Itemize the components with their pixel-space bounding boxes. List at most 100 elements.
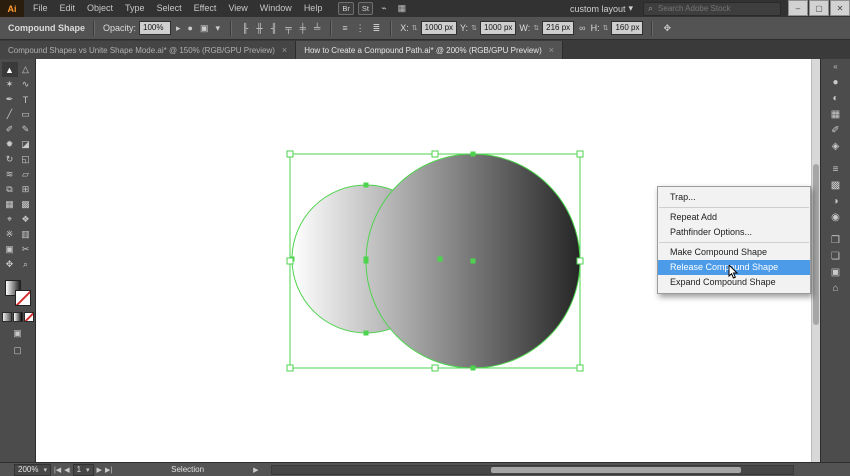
align-center-icon[interactable]: ╫ xyxy=(254,23,264,33)
artboards-panel-icon[interactable]: ▣ xyxy=(825,264,846,280)
rotate-tool[interactable]: ↻ xyxy=(2,152,18,167)
first-artboard-icon[interactable]: |◀ xyxy=(54,466,61,474)
screen-mode-icon[interactable]: ▢ xyxy=(13,345,22,356)
opacity-input[interactable]: 100% xyxy=(139,21,172,35)
w-field-input[interactable]: 216 px xyxy=(542,21,575,35)
shape-builder-tool[interactable]: ⧉ xyxy=(2,182,18,197)
none-button[interactable] xyxy=(23,312,34,322)
horizontal-scrollbar-thumb[interactable] xyxy=(491,466,741,473)
menu-object[interactable]: Object xyxy=(81,0,119,17)
stroke-panel-icon[interactable]: ≡ xyxy=(825,161,846,177)
selection-tool[interactable]: ▲ xyxy=(1,62,18,77)
eyedropper-tool[interactable]: ⌖ xyxy=(2,212,18,227)
document-tab-2[interactable]: How to Create a Compound Path.ai* @ 200%… xyxy=(296,41,564,59)
mesh-tool[interactable]: ▦ xyxy=(2,197,18,212)
opacity-dropdown-icon[interactable]: ▸ xyxy=(174,23,183,34)
appearance-panel-icon[interactable]: ◉ xyxy=(825,209,846,225)
constrain-proportions-icon[interactable]: ∞ xyxy=(577,23,587,33)
blend-tool[interactable]: ❖ xyxy=(18,212,34,227)
context-menu-item-repeat-add[interactable]: Repeat Add xyxy=(658,210,810,225)
stroke-swatch[interactable] xyxy=(14,290,31,306)
stock-button[interactable]: St xyxy=(357,2,373,15)
minimize-button[interactable]: – xyxy=(788,0,808,16)
width-tool[interactable]: ≋ xyxy=(2,167,18,182)
prev-artboard-icon[interactable]: ◀ xyxy=(64,466,69,474)
canvas[interactable]: Trap... Repeat Add Pathfinder Options... Ma… xyxy=(36,59,820,462)
last-artboard-icon[interactable]: ▶| xyxy=(105,466,112,474)
align-bottom-icon[interactable]: ╧ xyxy=(312,23,322,33)
tab-close-icon[interactable]: × xyxy=(549,45,554,55)
h-field-stepper[interactable]: ⇅ xyxy=(603,24,609,32)
restore-button[interactable]: ▢ xyxy=(809,0,829,16)
gradient-tool[interactable]: ▩ xyxy=(18,197,34,212)
slice-tool[interactable]: ✂ xyxy=(18,242,34,257)
x-field-stepper[interactable]: ⇅ xyxy=(412,24,418,32)
menu-file[interactable]: File xyxy=(27,0,54,17)
perspective-grid-tool[interactable]: ⊞ xyxy=(18,182,34,197)
distribute-spacing-icon[interactable]: ≣ xyxy=(371,23,383,34)
style-chevron-icon[interactable]: ▾ xyxy=(214,23,223,34)
y-field-stepper[interactable]: ⇅ xyxy=(471,24,477,32)
close-button[interactable]: ✕ xyxy=(830,0,850,16)
artboard-tool[interactable]: ▣ xyxy=(2,242,18,257)
gradient-button[interactable] xyxy=(12,312,23,322)
color-guide-panel-icon[interactable]: ◐ xyxy=(825,90,846,106)
bridge-button[interactable]: Br xyxy=(338,2,354,15)
collapse-panels-icon[interactable]: « xyxy=(833,62,837,71)
search-input[interactable] xyxy=(656,3,776,14)
align-top-icon[interactable]: ╤ xyxy=(283,23,293,33)
color-panel-icon[interactable]: ● xyxy=(825,74,846,90)
align-right-icon[interactable]: ╢ xyxy=(269,23,279,33)
symbols-panel-icon[interactable]: ◈ xyxy=(825,138,846,154)
pen-tool[interactable]: ✒ xyxy=(2,92,18,107)
vertical-scrollbar[interactable] xyxy=(811,59,820,462)
workspace-switcher[interactable]: custom layout ▾ xyxy=(566,3,637,14)
draw-normal-mode-icon[interactable]: ▣ xyxy=(13,328,22,339)
context-menu-item-pathfinder-options[interactable]: Pathfinder Options... xyxy=(658,225,810,240)
direct-selection-tool[interactable]: △ xyxy=(18,62,34,77)
rectangle-tool[interactable]: ▭ xyxy=(18,107,34,122)
align-middle-icon[interactable]: ╪ xyxy=(298,23,308,33)
magic-wand-tool[interactable]: ✶ xyxy=(2,77,18,92)
h-field-input[interactable]: 160 px xyxy=(611,21,644,35)
x-field-input[interactable]: 1000 px xyxy=(420,21,458,35)
free-transform-tool[interactable]: ▱ xyxy=(18,167,34,182)
artboard-dropdown[interactable]: 1 ▾ xyxy=(72,463,94,476)
pencil-tool[interactable]: ✎ xyxy=(18,122,34,137)
type-tool[interactable]: T xyxy=(18,92,34,107)
transparency-panel-icon[interactable]: ◑ xyxy=(825,193,846,209)
gradient-panel-icon[interactable]: ▩ xyxy=(825,177,846,193)
horizontal-scrollbar[interactable] xyxy=(271,464,794,475)
w-field-stepper[interactable]: ⇅ xyxy=(533,24,539,32)
distribute-horizontal-icon[interactable]: ⋮ xyxy=(354,23,367,34)
y-field-input[interactable]: 1000 px xyxy=(479,21,517,35)
symbol-sprayer-tool[interactable]: ※ xyxy=(2,227,18,242)
style-dropdown-icon[interactable]: ▣ xyxy=(198,23,211,34)
menu-help[interactable]: Help xyxy=(298,0,329,17)
vertical-scrollbar-thumb[interactable] xyxy=(813,163,819,325)
zoom-dropdown[interactable]: 200% ▾ xyxy=(14,463,51,476)
menu-type[interactable]: Type xyxy=(119,0,151,17)
menu-select[interactable]: Select xyxy=(151,0,188,17)
menu-effect[interactable]: Effect xyxy=(188,0,223,17)
align-left-icon[interactable]: ╟ xyxy=(240,23,250,33)
layers-panel-icon[interactable]: ❏ xyxy=(825,248,846,264)
menu-window[interactable]: Window xyxy=(254,0,298,17)
arrange-documents-icon[interactable]: ▦ xyxy=(393,3,411,14)
swatches-panel-icon[interactable]: ▦ xyxy=(825,106,846,122)
status-expand-icon[interactable]: ▶ xyxy=(253,466,258,474)
distribute-vertical-icon[interactable]: ≡ xyxy=(340,23,349,34)
graphic-styles-panel-icon[interactable]: ❒ xyxy=(825,232,846,248)
brushes-panel-icon[interactable]: ✐ xyxy=(825,122,846,138)
hand-tool[interactable]: ✥ xyxy=(2,257,18,272)
touch-workspace-icon[interactable]: ⌁ xyxy=(375,3,393,14)
scale-tool[interactable]: ◱ xyxy=(18,152,34,167)
zoom-tool[interactable]: ⌕ xyxy=(18,257,34,272)
context-menu-item-make-compound-shape[interactable]: Make Compound Shape xyxy=(658,245,810,260)
context-menu-item-trap[interactable]: Trap... xyxy=(658,190,810,205)
menu-edit[interactable]: Edit xyxy=(54,0,82,17)
appearance-circle-icon[interactable]: ● xyxy=(186,23,195,33)
column-graph-tool[interactable]: ▥ xyxy=(18,227,34,242)
color-button[interactable] xyxy=(1,312,12,322)
menu-view[interactable]: View xyxy=(222,0,253,17)
